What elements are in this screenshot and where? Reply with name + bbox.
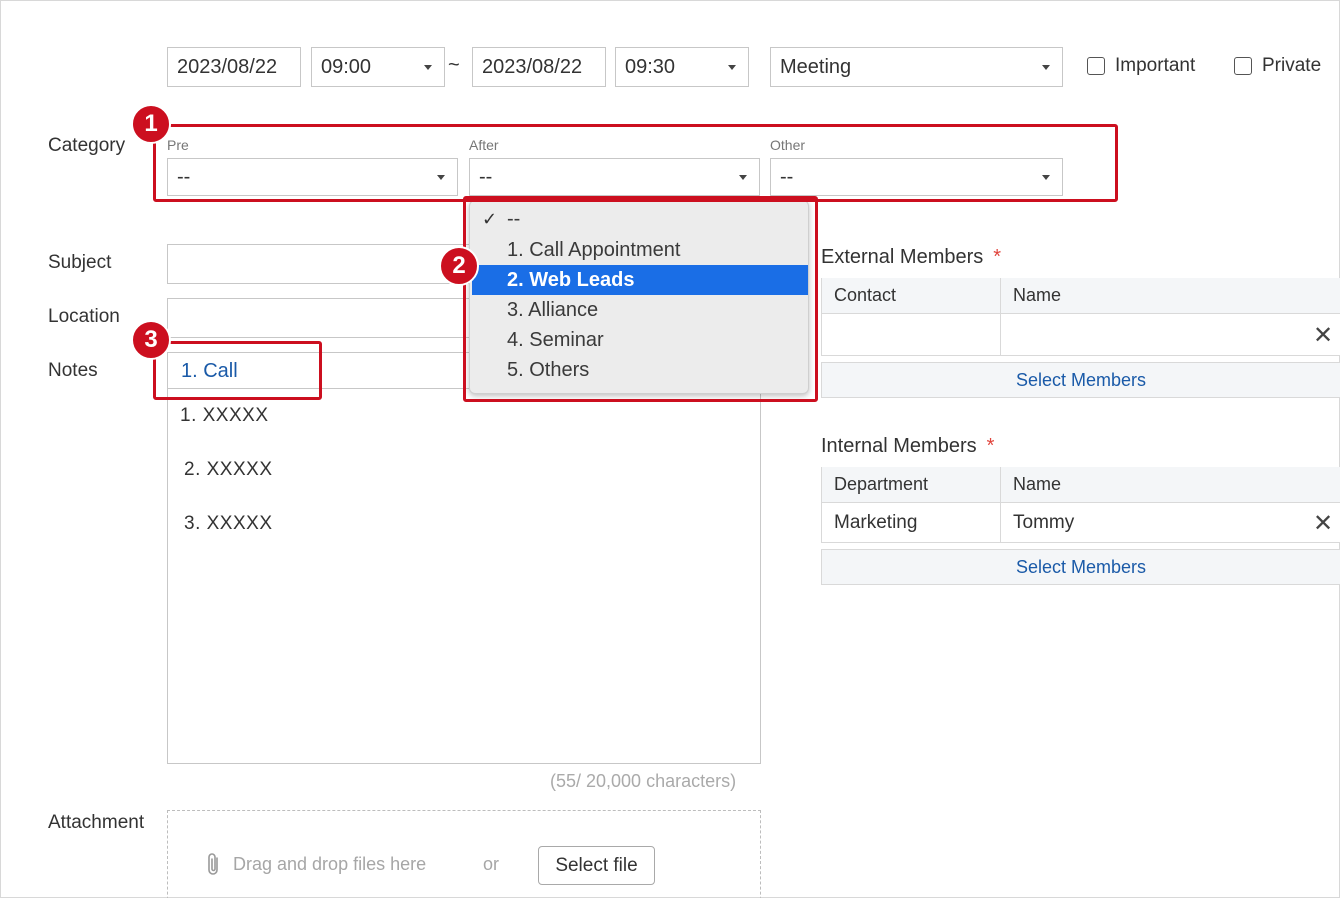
highlight-dropdown [463, 196, 818, 402]
chevron-down-icon [1042, 65, 1050, 70]
start-time-select[interactable]: 09:00 [311, 47, 445, 87]
internal-members-label: Internal Members [821, 435, 977, 457]
private-label: Private [1262, 55, 1322, 76]
select-internal-members-button[interactable]: Select Members [821, 549, 1340, 585]
step-badge-1: 1 [131, 104, 171, 144]
attachment-label: Attachment [48, 812, 145, 833]
private-checkbox[interactable]: Private [1234, 55, 1321, 77]
step-badge-2: 2 [439, 246, 479, 286]
notes-label: Notes [48, 360, 98, 381]
start-time-value: 09:00 [321, 55, 372, 78]
select-external-members-button[interactable]: Select Members [821, 362, 1340, 398]
external-members-title: External Members * [821, 246, 1001, 269]
notes-textarea[interactable]: 1. XXXXX 2. XXXXX 3. XXXXX [167, 388, 761, 764]
highlight-notes-template [153, 341, 322, 400]
drop-hint: Drag and drop files here [233, 854, 427, 874]
location-label: Location [48, 306, 120, 327]
subject-label: Subject [48, 252, 112, 273]
chevron-down-icon [728, 65, 736, 70]
required-marker: * [986, 435, 995, 457]
event-type-value: Meeting [780, 55, 852, 78]
internal-department-cell: Marketing [821, 503, 1001, 543]
character-count: (55/ 20,000 characters) [550, 771, 737, 791]
or-text: or [483, 854, 500, 874]
start-date-value: 2023/08/22 [177, 55, 278, 78]
range-separator: ~ [448, 54, 460, 76]
external-contact-cell[interactable] [821, 314, 1001, 356]
internal-name-header: Name [1001, 467, 1340, 503]
end-time-select[interactable]: 09:30 [615, 47, 749, 87]
highlight-category [153, 124, 1118, 202]
external-members-label: External Members [821, 246, 984, 268]
note-line: 1. XXXXX [180, 405, 269, 426]
note-line: 3. XXXXX [184, 513, 273, 534]
important-label: Important [1115, 55, 1196, 76]
step-badge-3: 3 [131, 320, 171, 360]
close-icon[interactable]: ✕ [1313, 512, 1333, 536]
checkbox-icon [1087, 57, 1105, 75]
checkbox-icon [1234, 57, 1252, 75]
paperclip-icon [205, 852, 223, 883]
end-date-value: 2023/08/22 [482, 55, 583, 78]
internal-members-title: Internal Members * [821, 435, 994, 458]
required-marker: * [993, 246, 1002, 268]
end-time-value: 09:30 [625, 55, 676, 78]
chevron-down-icon [424, 65, 432, 70]
important-checkbox[interactable]: Important [1087, 55, 1195, 77]
close-icon[interactable]: ✕ [1313, 324, 1333, 348]
internal-department-header: Department [821, 467, 1001, 503]
external-contact-header: Contact [821, 278, 1001, 314]
end-date-field[interactable]: 2023/08/22 [472, 47, 606, 87]
start-date-field[interactable]: 2023/08/22 [167, 47, 301, 87]
event-type-select[interactable]: Meeting [770, 47, 1063, 87]
internal-name-cell: Tommy [1001, 503, 1340, 543]
external-name-cell[interactable] [1001, 314, 1340, 356]
external-name-header: Name [1001, 278, 1340, 314]
note-line: 2. XXXXX [184, 459, 273, 480]
category-label: Category [48, 135, 126, 156]
select-file-button[interactable]: Select file [538, 846, 655, 885]
